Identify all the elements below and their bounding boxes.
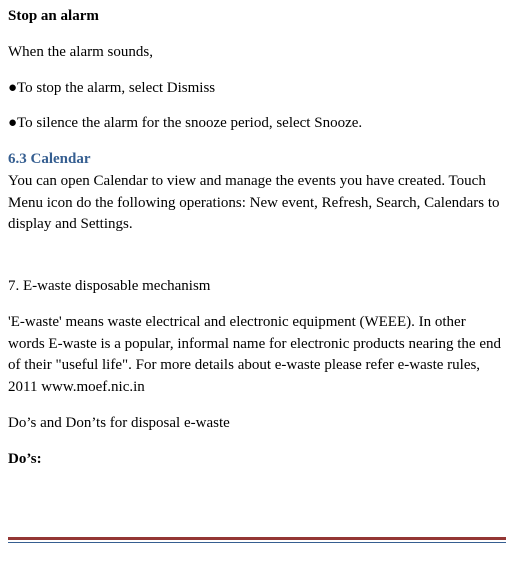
- section-body-ewaste: 'E-waste' means waste electrical and ele…: [8, 312, 506, 399]
- bullet-snooze: ●To silence the alarm for the snooze per…: [8, 113, 506, 135]
- text-dos-and-donts: Do’s and Don’ts for disposal e-waste: [8, 413, 506, 435]
- footer-line-thick: [8, 537, 506, 540]
- section-heading-ewaste: 7. E-waste disposable mechanism: [8, 276, 506, 298]
- document-page: Stop an alarm When the alarm sounds, ●To…: [0, 0, 514, 561]
- footer-line-thin: [8, 542, 506, 543]
- label-dos: Do’s:: [8, 449, 506, 471]
- bullet-dismiss: ●To stop the alarm, select Dismiss: [8, 78, 506, 100]
- section-heading-calendar: 6.3 Calendar: [8, 149, 506, 171]
- text-when-alarm-sounds: When the alarm sounds,: [8, 42, 506, 64]
- section-body-calendar: You can open Calendar to view and manage…: [8, 171, 506, 236]
- footer-divider: [8, 537, 506, 543]
- heading-stop-an-alarm: Stop an alarm: [8, 6, 506, 28]
